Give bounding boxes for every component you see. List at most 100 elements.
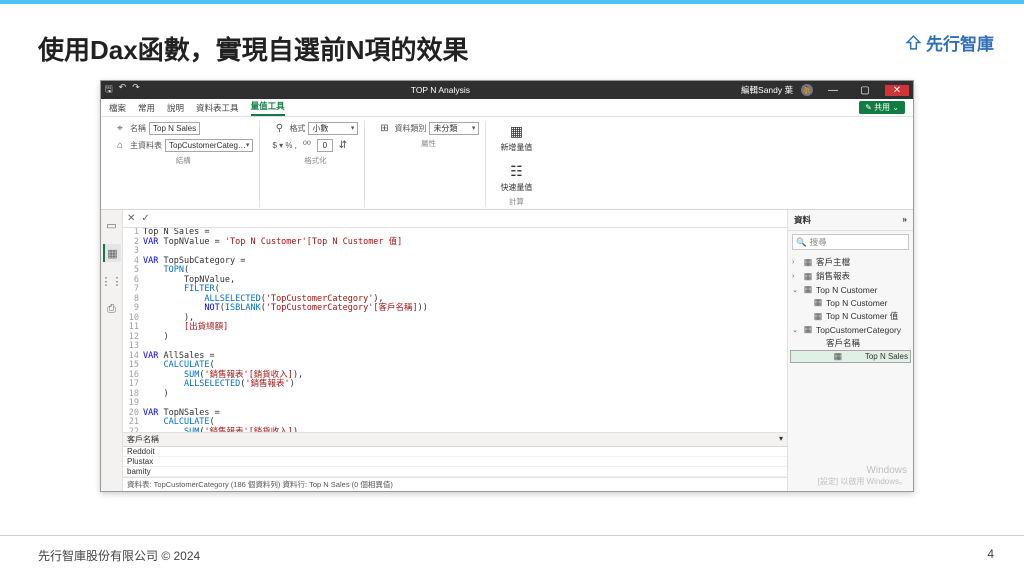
watermark-line1: Windows: [818, 465, 907, 476]
watermark-line2: [設定] 以啟用 Windows。: [818, 476, 907, 487]
editor-column: ✕ ✓ 123456789101112131415161718192021222…: [123, 210, 788, 491]
field-node[interactable]: ▦Top N Customer: [790, 296, 911, 309]
home-table-select[interactable]: TopCustomerCateg… ▾: [165, 139, 253, 152]
field-node[interactable]: ›▦銷售報表: [790, 269, 911, 283]
view-rail: ▭ ▦ ⋮⋮ ⎙: [101, 210, 123, 491]
copyright: 先行智庫股份有限公司 © 2024: [38, 547, 200, 564]
report-view-icon[interactable]: ▭: [103, 216, 121, 234]
field-label: Top N Customer: [826, 298, 887, 308]
slide-root: 使用Dax函數，實現自選前N項的效果 先行智庫 🖫 ↶ ↷ TOP N Anal…: [0, 0, 1024, 576]
sort-icon[interactable]: ▾: [779, 434, 783, 445]
model-view-icon[interactable]: ⋮⋮: [103, 272, 121, 290]
commit-formula-icon[interactable]: ✓: [141, 213, 149, 224]
window-close-button[interactable]: ✕: [885, 85, 909, 96]
table-icon: ▦: [803, 257, 813, 268]
chevron-down-icon: ▾: [351, 124, 355, 132]
tree-toggle-icon[interactable]: ›: [792, 259, 800, 266]
stepper-icon[interactable]: ⇵: [336, 138, 350, 152]
redo-icon[interactable]: ↷: [132, 82, 140, 98]
table-icon: ▦: [803, 271, 813, 282]
field-label: Top N Customer: [816, 285, 877, 295]
quick-measure-button[interactable]: ☷ 快速量值: [498, 161, 534, 193]
fields-tree[interactable]: ›▦客戶主檔›▦銷售報表⌄▦Top N Customer▦Top N Custo…: [788, 253, 913, 363]
format-select[interactable]: 小數 ▾: [308, 122, 358, 135]
menu-bar: 檔案 常用 說明 資料表工具 量值工具 ✎ 共用 ⌄: [101, 99, 913, 117]
dax-editor[interactable]: 1234567891011121314151617181920212223242…: [123, 228, 787, 432]
field-node[interactable]: ›▦客戶主檔: [790, 255, 911, 269]
save-icon[interactable]: 🖫: [105, 82, 113, 98]
data-category-select[interactable]: 未分類 ▾: [429, 122, 479, 135]
tree-toggle-icon[interactable]: ⌄: [792, 326, 800, 334]
ribbon: ⌖ 名稱 Top N Sales ⌂ 主資料表 TopCustomerCateg…: [101, 117, 913, 210]
group-label-calc: 計算: [498, 196, 534, 207]
menu-measure-tools[interactable]: 量值工具: [251, 100, 285, 116]
table-icon: ▦: [803, 324, 813, 335]
data-panel-title: 資料: [794, 214, 811, 226]
field-node[interactable]: ⌄▦Top N Customer: [790, 283, 911, 296]
home-table-value: TopCustomerCateg…: [169, 141, 246, 150]
status-bar: 資料表: TopCustomerCategory (186 個資料列) 資料行:…: [123, 477, 787, 491]
menu-table-tools[interactable]: 資料表工具: [196, 102, 239, 114]
format-value: 小數: [312, 123, 328, 134]
search-placeholder: 搜尋: [810, 236, 827, 248]
field-node[interactable]: ▦Top N Customer 值: [790, 309, 911, 323]
category-icon: ⊞: [377, 121, 391, 135]
table-icon: ▦: [813, 297, 823, 308]
decimal-inc-icon[interactable]: ⁰⁰: [300, 138, 314, 152]
cancel-formula-icon[interactable]: ✕: [127, 213, 135, 224]
data-panel: 資料 » 🔍 搜尋 ›▦客戶主檔›▦銷售報表⌄▦Top N Customer▦T…: [788, 210, 913, 491]
undo-icon[interactable]: ↶: [119, 82, 127, 98]
new-measure-button[interactable]: ▦ 新增量值: [498, 121, 534, 153]
decimal-places-input[interactable]: 0: [317, 139, 333, 152]
new-measure-label: 新增量值: [500, 142, 532, 153]
powerbi-window: 🖫 ↶ ↷ TOP N Analysis 編輯Sandy 葉 ⛹ — ▢ ✕ 檔…: [100, 80, 914, 492]
table-row[interactable]: Reddoit: [123, 447, 787, 457]
format-icon: ⚲: [272, 121, 286, 135]
slide-footer: 先行智庫股份有限公司 © 2024 4: [38, 547, 994, 564]
windows-watermark: Windows [設定] 以啟用 Windows。: [812, 461, 913, 491]
share-icon: ✎: [865, 103, 872, 112]
quick-measure-label: 快速量值: [500, 182, 532, 193]
share-button[interactable]: ✎ 共用 ⌄: [859, 101, 905, 114]
table-icon: ▦: [833, 351, 843, 362]
ribbon-group-structure: ⌖ 名稱 Top N Sales ⌂ 主資料表 TopCustomerCateg…: [107, 121, 260, 207]
formula-toolbar: ✕ ✓: [123, 210, 787, 228]
data-search-input[interactable]: 🔍 搜尋: [792, 234, 909, 250]
field-label: TopCustomerCategory: [816, 325, 901, 335]
field-node[interactable]: 客戶名稱: [790, 336, 911, 350]
field-node[interactable]: ▦ Top N Sales: [790, 350, 911, 363]
tree-toggle-icon[interactable]: ›: [792, 273, 800, 280]
preview-table: 客戶名稱 ▾ ReddoitPlustaxbamity: [123, 432, 787, 477]
home-icon: ⌂: [113, 138, 127, 152]
tag-icon: ⌖: [113, 121, 127, 135]
window-min-button[interactable]: —: [821, 85, 845, 96]
preview-header[interactable]: 客戶名稱: [127, 434, 159, 445]
format-tokens[interactable]: $ ▾ % ,: [272, 141, 296, 150]
field-label: 銷售報表: [816, 270, 850, 282]
window-max-button[interactable]: ▢: [853, 85, 877, 96]
brand-text: 先行智庫: [926, 30, 994, 55]
name-label: 名稱: [130, 123, 146, 134]
table-row[interactable]: Plustax: [123, 457, 787, 467]
field-node[interactable]: ⌄▦TopCustomerCategory: [790, 323, 911, 336]
user-avatar-icon[interactable]: ⛹: [801, 84, 813, 96]
tree-toggle-icon[interactable]: ⌄: [792, 286, 800, 294]
panel-expand-icon[interactable]: »: [902, 214, 907, 226]
table-icon: ▦: [803, 284, 813, 295]
dax-view-icon[interactable]: ⎙: [103, 300, 121, 318]
menu-home[interactable]: 常用: [138, 102, 155, 114]
menu-help[interactable]: 說明: [167, 102, 184, 114]
field-label: Top N Sales: [865, 352, 908, 361]
menu-file[interactable]: 檔案: [109, 102, 126, 114]
measure-name-input[interactable]: Top N Sales: [149, 122, 200, 135]
data-category-label: 資料類別: [394, 123, 426, 134]
titlebar-left-tools: 🖫 ↶ ↷: [105, 82, 140, 98]
search-icon: 🔍: [796, 237, 807, 248]
table-row[interactable]: bamity: [123, 467, 787, 477]
data-view-icon[interactable]: ▦: [103, 244, 121, 262]
group-label-format: 格式化: [272, 155, 358, 166]
editor-code[interactable]: Top N Sales = VAR TopNValue = 'Top N Cus…: [143, 228, 787, 432]
measure-icon: ▦: [506, 121, 526, 141]
format-label: 格式: [289, 123, 305, 134]
group-label-structure: 結構: [113, 155, 253, 166]
